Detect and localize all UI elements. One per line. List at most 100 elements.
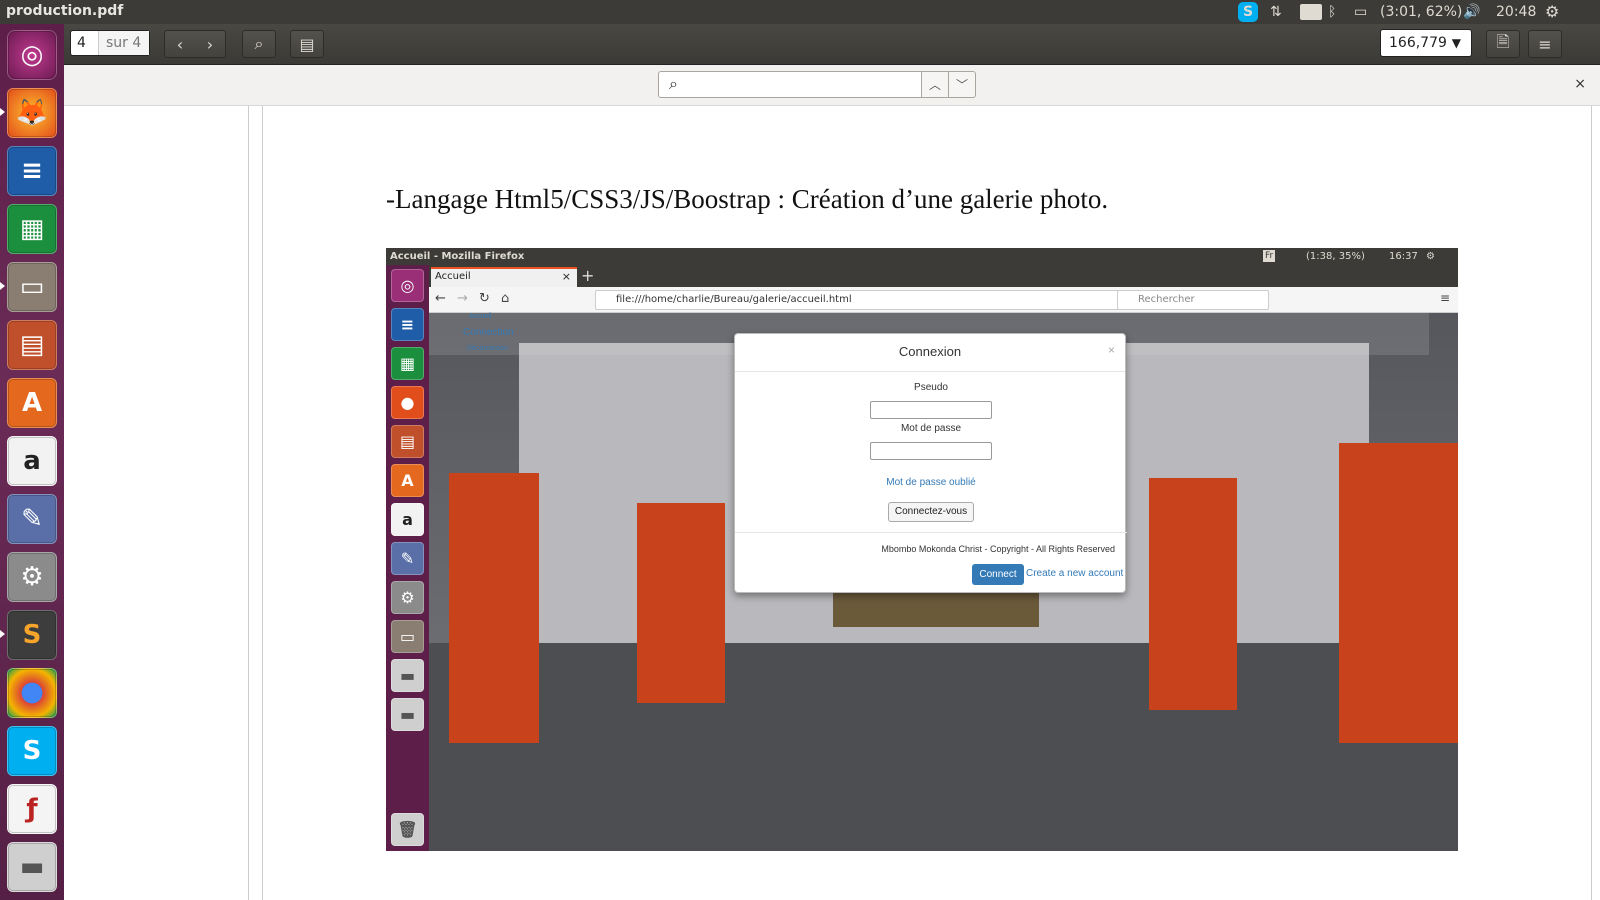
gedit-icon[interactable]: ✎ xyxy=(7,494,57,544)
find-previous-button[interactable]: ︿ xyxy=(921,71,949,98)
gallery-background: Accueil Connection Déconnexion Connexion… xyxy=(429,313,1458,851)
bluetooth-icon[interactable]: ᛒ xyxy=(1328,2,1336,22)
gallery-painting xyxy=(637,503,725,703)
login-modal-title: Connexion xyxy=(898,344,962,359)
battery-status[interactable]: (3:01, 62%) xyxy=(1380,2,1462,22)
screenshot-firefox-icon: ● xyxy=(391,386,424,419)
screenshot-navbar: ← → ↻ ⌂ file:///home/charlie/Bureau/gale… xyxy=(429,287,1458,313)
search-icon: ⌕ xyxy=(669,74,678,93)
screenshot-battery-status: (1:38, 35%) xyxy=(1306,251,1365,262)
system-settings-icon[interactable]: ⚙ xyxy=(7,552,57,602)
skype-tray-icon[interactable]: S xyxy=(1238,2,1258,22)
gallery-painting xyxy=(1339,443,1458,743)
system-top-bar: production.pdf S ⇅ Fr ᛒ ▭ (3:01, 62%) 🔊 … xyxy=(0,0,1600,24)
gallery-floor xyxy=(429,643,1458,851)
connect-button: Connect xyxy=(972,564,1024,585)
screenshot-clock: 16:37 xyxy=(1389,251,1418,262)
libreoffice-impress-icon[interactable]: ▤ xyxy=(7,320,57,370)
screenshot-forward-icon: → xyxy=(457,291,468,306)
document-viewer-icon[interactable]: ƒ xyxy=(7,784,57,834)
screenshot-reload-icon: ↻ xyxy=(479,291,490,306)
sublime-text-icon[interactable]: S xyxy=(7,610,57,660)
page-selector[interactable]: 4 sur 4 xyxy=(70,30,150,56)
screenshot-url-text: file:///home/charlie/Bureau/galerie/accu… xyxy=(616,294,852,305)
battery-icon[interactable]: ▭ xyxy=(1354,2,1367,22)
zoom-select[interactable]: 166,779 ▼ xyxy=(1380,29,1472,57)
hamburger-menu-icon: ≡ xyxy=(1538,34,1552,54)
screenshot-tab: Accueil × xyxy=(431,267,577,287)
gallery-nav-connection: Connection xyxy=(463,327,514,338)
close-find-bar-icon[interactable]: × xyxy=(1574,76,1586,92)
next-page-icon[interactable]: › xyxy=(207,35,213,54)
chrome-icon[interactable] xyxy=(7,668,57,718)
removable-drive-icon[interactable]: ▬ xyxy=(7,842,57,892)
search-icon: ⌕ xyxy=(254,34,264,53)
close-icon: × xyxy=(1107,343,1115,357)
previous-page-icon[interactable]: ‹ xyxy=(177,35,183,54)
screenshot-impress-icon: ▤ xyxy=(391,425,424,458)
screenshot-search-bar: Rechercher xyxy=(1117,290,1269,310)
gallery-painting xyxy=(1149,478,1237,710)
page-border xyxy=(248,106,249,900)
keyboard-layout-indicator[interactable]: Fr xyxy=(1300,4,1322,22)
screenshot-writer-icon: ≡ xyxy=(391,308,424,341)
screenshot-software-icon: A xyxy=(391,464,424,497)
screenshot-drive-icon: ▬ xyxy=(391,659,424,692)
screenshot-home-icon: ⌂ xyxy=(501,291,510,306)
unity-launcher: ◎ 🦊 ≡ ▦ ▭ ▤ A a ✎ ⚙ S S ƒ ▬ xyxy=(0,24,64,900)
document-view[interactable]: -Langage Html5/CSS3/JS/Boostrap : Créati… xyxy=(64,106,1600,900)
screenshot-gear-icon: ⚙ xyxy=(1426,251,1435,262)
create-account-link: Create a new account xyxy=(1026,568,1124,579)
screenshot-trash-icon: 🗑 xyxy=(391,813,424,846)
screenshot-top-bar: Accueil - Mozilla Firefox Fr (1:38, 35%)… xyxy=(386,248,1458,265)
amazon-icon[interactable]: a xyxy=(7,436,57,486)
embedded-screenshot: Accueil - Mozilla Firefox Fr (1:38, 35%)… xyxy=(386,248,1458,851)
screenshot-files-icon: ▭ xyxy=(391,620,424,653)
network-transfer-icon[interactable]: ⇅ xyxy=(1270,2,1282,22)
document-heading: -Langage Html5/CSS3/JS/Boostrap : Créati… xyxy=(386,184,1109,214)
screenshot-gedit-icon: ✎ xyxy=(391,542,424,575)
login-submit-button: Connectez-vous xyxy=(888,502,974,522)
libreoffice-calc-icon[interactable]: ▦ xyxy=(7,204,57,254)
gallery-nav-accueil: Accueil xyxy=(469,313,492,320)
chevron-down-icon: ﹀ xyxy=(955,78,968,92)
chevron-up-icon: ︿ xyxy=(928,78,941,92)
page-navigation-group: ‹ › xyxy=(164,30,226,58)
current-page-input[interactable]: 4 xyxy=(71,31,99,55)
clipboard-icon: ▤ xyxy=(299,34,315,54)
screenshot-search-placeholder: Rechercher xyxy=(1138,294,1195,305)
pseudo-label: Pseudo xyxy=(914,382,948,393)
screenshot-launcher: ◎ ≡ ▦ ● ▤ A a ✎ ⚙ ▭ ▬ ▬ 🗑 xyxy=(386,265,429,851)
screenshot-settings-icon: ⚙ xyxy=(391,581,424,614)
password-input xyxy=(870,442,992,460)
ubuntu-dash-icon[interactable]: ◎ xyxy=(7,30,57,80)
screenshot-menu-icon: ≡ xyxy=(1439,291,1450,305)
volume-icon[interactable]: 🔊 xyxy=(1463,2,1480,22)
sidebar-toggle-button[interactable]: ▤ xyxy=(290,30,324,58)
screenshot-url-bar: file:///home/charlie/Bureau/galerie/accu… xyxy=(595,290,1119,310)
find-input[interactable]: ⌕ xyxy=(658,71,922,98)
screenshot-tab-strip: Accueil × + xyxy=(429,265,1458,287)
screenshot-drive-icon: ▬ xyxy=(391,698,424,731)
annotations-button[interactable]: 🗎 xyxy=(1486,30,1520,58)
search-button[interactable]: ⌕ xyxy=(242,30,276,58)
screenshot-calc-icon: ▦ xyxy=(391,347,424,380)
software-center-icon[interactable]: A xyxy=(7,378,57,428)
find-bar: ⌕ ︿ ﹀ × xyxy=(64,65,1600,106)
libreoffice-writer-icon[interactable]: ≡ xyxy=(7,146,57,196)
screenshot-keyboard-indicator: Fr xyxy=(1263,250,1276,262)
find-next-button[interactable]: ﹀ xyxy=(948,71,976,98)
gallery-painting xyxy=(449,473,539,743)
pseudo-input xyxy=(870,401,992,419)
page-border xyxy=(262,106,263,900)
files-icon[interactable]: ▭ xyxy=(7,262,57,312)
skype-icon[interactable]: S xyxy=(7,726,57,776)
firefox-icon[interactable]: 🦊 xyxy=(7,88,57,138)
window-title: production.pdf xyxy=(6,3,124,19)
settings-gear-icon[interactable]: ⚙ xyxy=(1545,2,1559,22)
document-icon: 🗎 xyxy=(1496,31,1510,51)
clock[interactable]: 20:48 xyxy=(1496,2,1536,22)
menu-button[interactable]: ≡ xyxy=(1528,30,1562,58)
screenshot-amazon-icon: a xyxy=(391,503,424,536)
login-modal-header: Connexion × xyxy=(735,334,1125,372)
